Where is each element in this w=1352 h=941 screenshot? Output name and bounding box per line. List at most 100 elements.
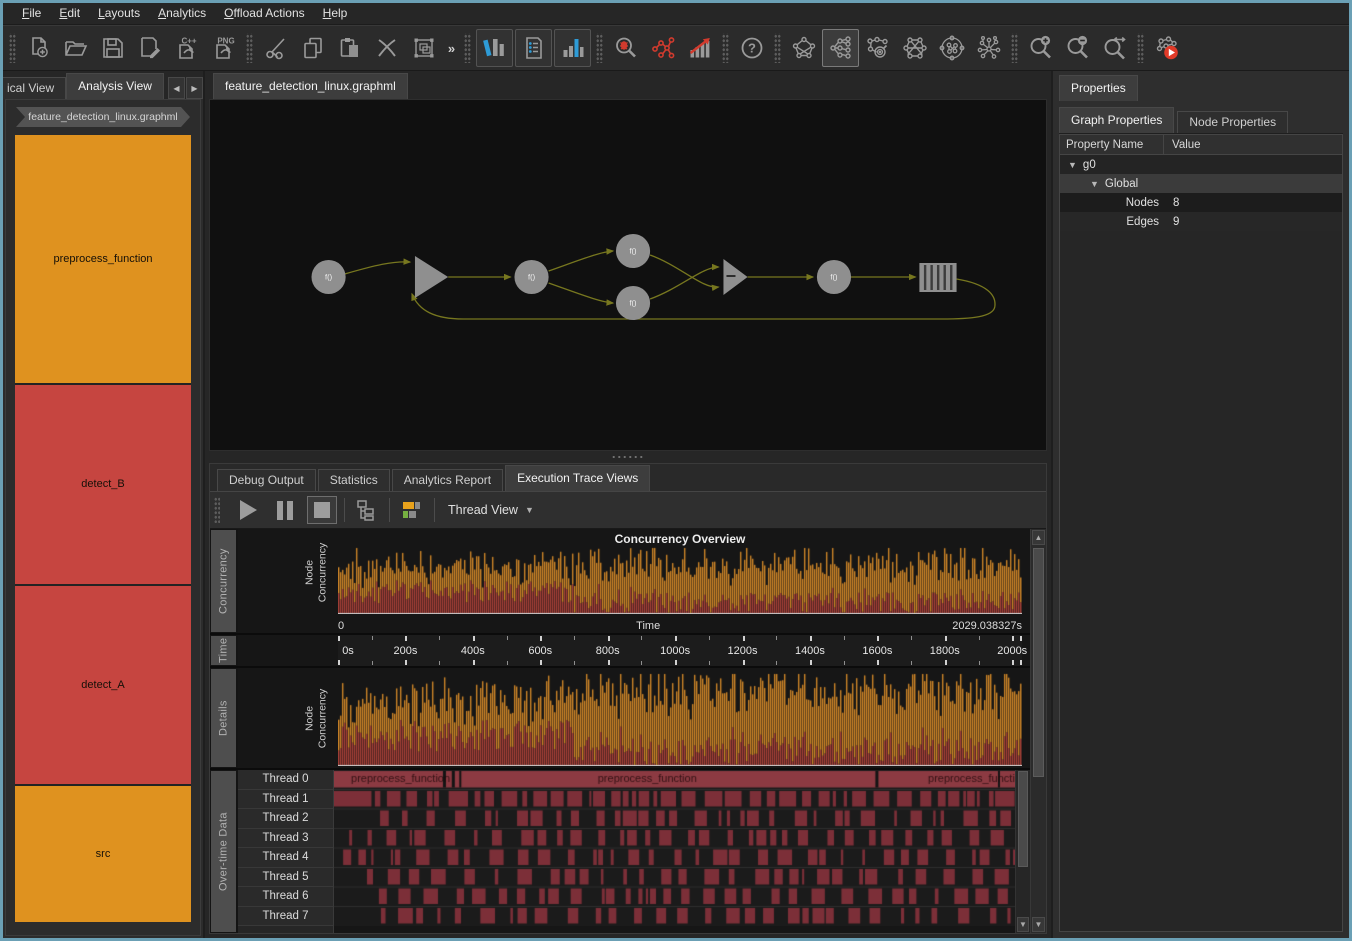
save-button[interactable] xyxy=(94,29,131,67)
time-strip[interactable]: Time xyxy=(211,636,236,665)
splitter-handle-icon[interactable] xyxy=(611,455,645,459)
graph-edge[interactable] xyxy=(549,251,613,271)
table-row-global[interactable]: ▼Global xyxy=(1060,174,1342,193)
thread-row-label[interactable]: Thread 0 xyxy=(238,770,333,790)
tab-execution-trace-views[interactable]: Execution Trace Views xyxy=(505,465,650,491)
toolbar-grip-icon[interactable] xyxy=(722,33,729,63)
scrollbar-thumb[interactable] xyxy=(1018,771,1028,867)
graph-edge[interactable] xyxy=(345,262,410,274)
menu-item-edit[interactable]: Edit xyxy=(50,3,89,24)
pause-button[interactable] xyxy=(270,496,300,524)
menu-item-analytics[interactable]: Analytics xyxy=(149,3,215,24)
tab-debug-output[interactable]: Debug Output xyxy=(217,469,316,491)
table-row-edges[interactable]: Edges9 xyxy=(1060,212,1342,231)
table-row-nodes[interactable]: Nodes8 xyxy=(1060,193,1342,212)
tab-analysis-view[interactable]: Analysis View xyxy=(66,73,164,99)
layout-clustered-button[interactable] xyxy=(933,29,970,67)
layout-spread-button[interactable] xyxy=(970,29,1007,67)
breadcrumb[interactable]: feature_detection_linux.graphml xyxy=(16,107,190,127)
report-view-button[interactable] xyxy=(515,29,552,67)
treemap-block-src[interactable]: src xyxy=(15,786,191,922)
tab-node-properties[interactable]: Node Properties xyxy=(1177,111,1288,133)
copy-button[interactable] xyxy=(294,29,331,67)
graph-edge[interactable] xyxy=(412,279,995,319)
thread-row-label[interactable]: Thread 6 xyxy=(238,887,333,907)
menu-item-file[interactable]: File xyxy=(13,3,50,24)
timeline-view-button[interactable] xyxy=(397,496,427,524)
edit-document-button[interactable] xyxy=(131,29,168,67)
paste-button[interactable] xyxy=(331,29,368,67)
layout-organic-button[interactable] xyxy=(896,29,933,67)
scroll-down-icon[interactable]: ▼ xyxy=(1032,917,1045,932)
toolbar-grip-icon[interactable] xyxy=(9,33,16,63)
details-concurrency-chart[interactable] xyxy=(338,672,1022,766)
stop-button[interactable] xyxy=(307,496,337,524)
concurrency-overview-chart[interactable] xyxy=(338,546,1022,614)
toolbar-grip-icon[interactable] xyxy=(1137,33,1144,63)
tab-statistics[interactable]: Statistics xyxy=(318,469,390,491)
treemap-block-detect-b[interactable]: detect_B xyxy=(15,385,191,583)
toolbar-grip-icon[interactable] xyxy=(596,33,603,63)
treemap-block-preprocess-function[interactable]: preprocess_function xyxy=(15,135,191,383)
export-png-button[interactable]: PNG xyxy=(205,29,242,67)
graph-edge[interactable] xyxy=(650,267,718,299)
thread-row-label[interactable]: Thread 4 xyxy=(238,848,333,868)
toolbar-grip-icon[interactable] xyxy=(246,33,253,63)
trend-analysis-button[interactable] xyxy=(681,29,718,67)
delete-button[interactable] xyxy=(368,29,405,67)
treemap-block-detect-a[interactable]: detect_A xyxy=(15,586,191,784)
scrollbar-thumb[interactable] xyxy=(1033,548,1044,777)
concurrency-strip[interactable]: Concurrency xyxy=(211,530,236,632)
tab-scroll-right-icon[interactable]: ▶ xyxy=(186,77,203,99)
run-graph-button[interactable] xyxy=(1148,29,1185,67)
tab-graphical-view[interactable]: ical View xyxy=(3,77,66,99)
thread-timeline-chart[interactable] xyxy=(334,770,1015,926)
zoom-fit-button[interactable] xyxy=(1096,29,1133,67)
thread-row-label[interactable]: Thread 2 xyxy=(238,809,333,829)
toolbar-grip-icon[interactable] xyxy=(1011,33,1018,63)
thread-scrollbar[interactable]: ▼ xyxy=(1015,770,1030,933)
select-all-button[interactable] xyxy=(405,29,442,67)
graph-edge[interactable] xyxy=(549,283,613,303)
expand-arrow-icon[interactable]: ▼ xyxy=(1090,179,1099,189)
layout-circular-button[interactable] xyxy=(785,29,822,67)
details-strip[interactable]: Details xyxy=(211,669,236,767)
menu-item-help[interactable]: Help xyxy=(314,3,357,24)
toolbar-grip-icon[interactable] xyxy=(214,497,220,523)
layout-targeted-button[interactable] xyxy=(859,29,896,67)
graph-canvas[interactable]: f()f()f()f()f() xyxy=(209,99,1047,451)
thread-row-label[interactable]: Thread 1 xyxy=(238,790,333,810)
new-file-button[interactable] xyxy=(20,29,57,67)
time-ruler[interactable]: 0s200s400s600s800s1000s1200s1400s1600s18… xyxy=(338,635,1022,666)
zoom-out-button[interactable] xyxy=(1059,29,1096,67)
menu-item-offload-actions[interactable]: Offload Actions xyxy=(215,3,314,24)
scroll-down-icon[interactable]: ▼ xyxy=(1017,917,1029,932)
export-cpp-button[interactable]: C++ xyxy=(168,29,205,67)
chart-view-button[interactable] xyxy=(554,29,591,67)
critical-path-button[interactable] xyxy=(644,29,681,67)
table-row-g0[interactable]: ▼g0 xyxy=(1060,155,1342,174)
tab-scroll-left-icon[interactable]: ◀ xyxy=(168,77,185,99)
document-tab[interactable]: feature_detection_linux.graphml xyxy=(213,73,408,99)
overtime-strip[interactable]: Over-time Data xyxy=(211,771,236,932)
tab-properties[interactable]: Properties xyxy=(1059,75,1138,101)
zoom-in-button[interactable] xyxy=(1022,29,1059,67)
thread-row-label[interactable]: Thread 5 xyxy=(238,868,333,888)
tab-analytics-report[interactable]: Analytics Report xyxy=(392,469,503,491)
toolbar-grip-icon[interactable] xyxy=(464,33,471,63)
help-button[interactable]: ? xyxy=(733,29,770,67)
overflow-button[interactable]: » xyxy=(442,29,460,67)
column-value[interactable]: Value xyxy=(1164,139,1201,151)
trace-scrollbar[interactable]: ▲ ▼ xyxy=(1030,529,1046,933)
expand-arrow-icon[interactable]: ▼ xyxy=(1068,160,1077,170)
toolbar-grip-icon[interactable] xyxy=(774,33,781,63)
thread-row-label[interactable]: Thread 7 xyxy=(238,907,333,927)
graph-node-join-0[interactable] xyxy=(415,256,448,298)
column-property-name[interactable]: Property Name xyxy=(1060,135,1164,154)
layout-hierarchical-button[interactable] xyxy=(822,29,859,67)
flow-graph[interactable]: f()f()f()f()f() xyxy=(210,100,1046,450)
debug-button[interactable] xyxy=(607,29,644,67)
view-selector[interactable]: Thread View ▼ xyxy=(448,503,534,517)
horizontal-splitter[interactable] xyxy=(205,451,1051,463)
scroll-up-icon[interactable]: ▲ xyxy=(1032,530,1045,545)
